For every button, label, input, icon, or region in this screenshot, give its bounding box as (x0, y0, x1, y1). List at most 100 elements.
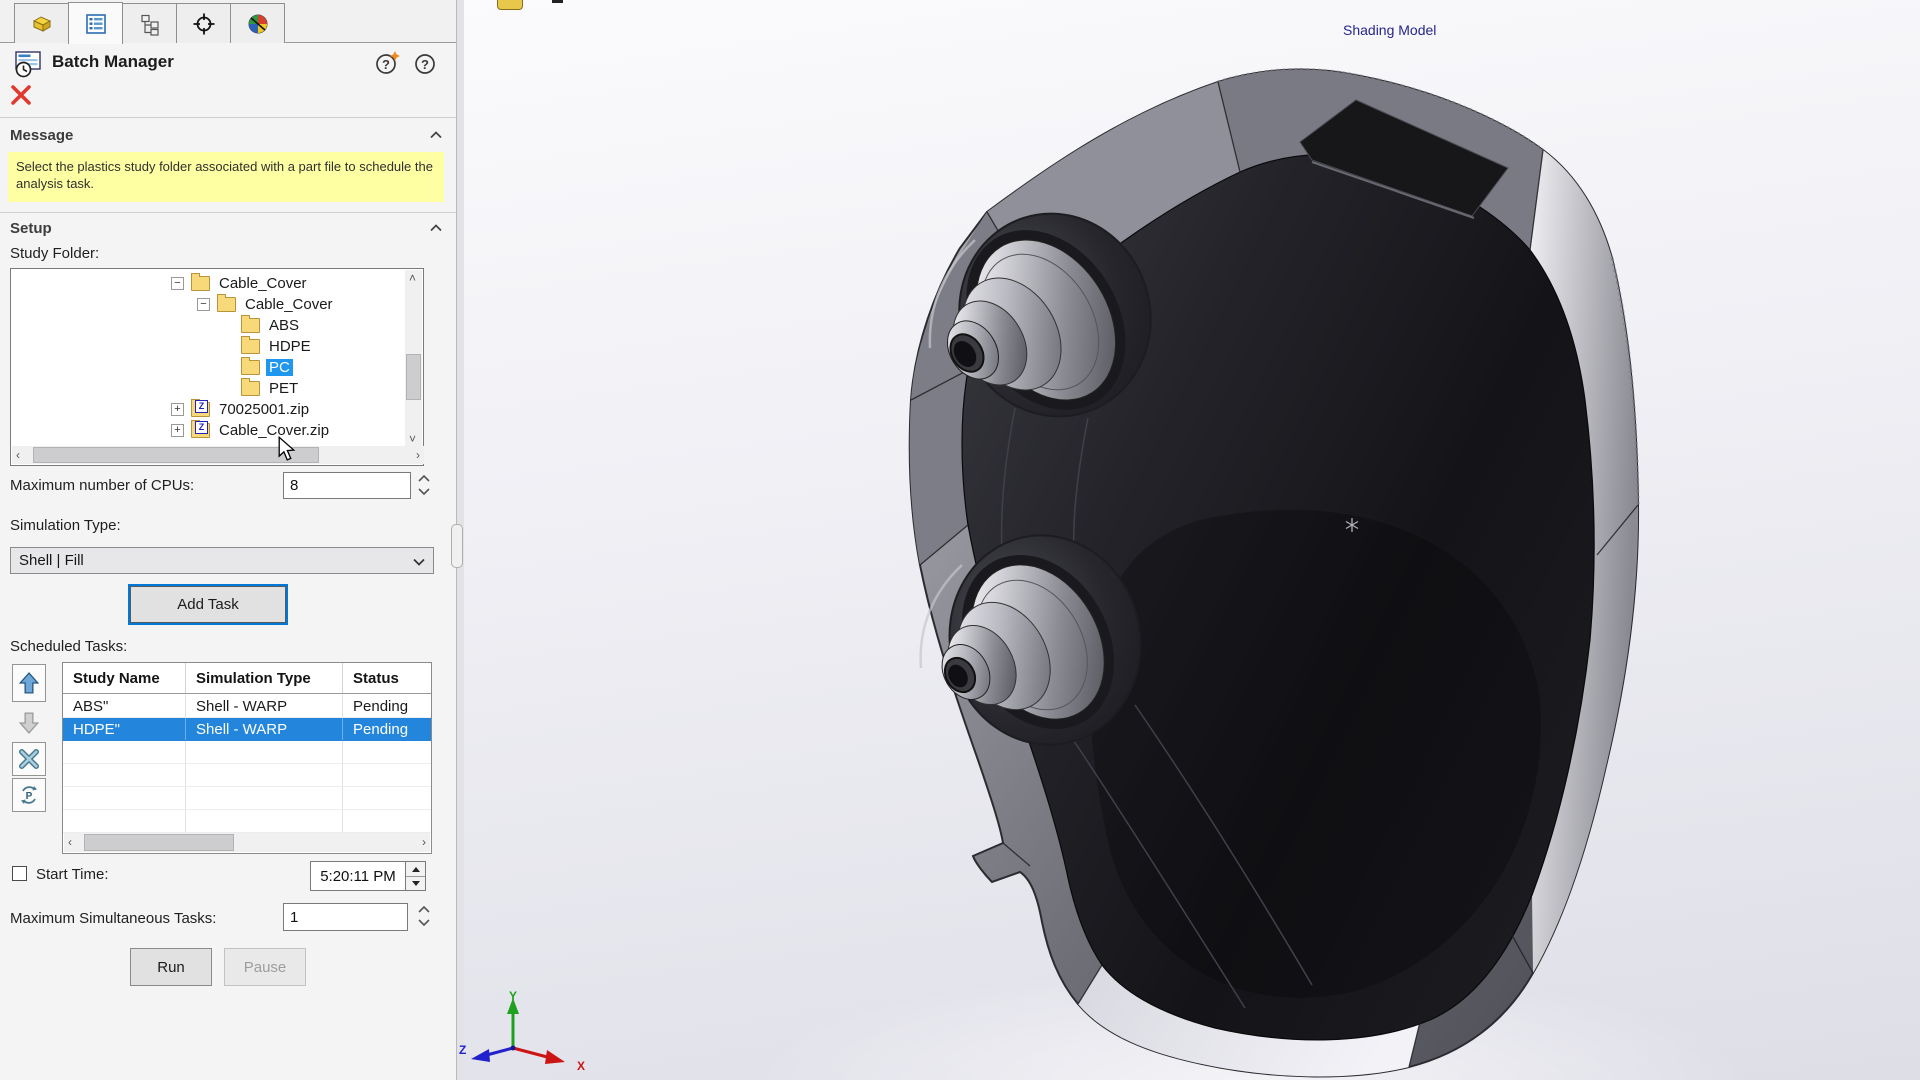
tree-item-label[interactable]: PET (266, 380, 301, 397)
spin-up-icon[interactable] (406, 862, 425, 877)
tree-item-label[interactable]: Cable_Cover (216, 275, 310, 292)
collapse-chevron-icon[interactable] (430, 131, 442, 139)
panel-title: Batch Manager (52, 52, 174, 72)
tree-expander[interactable]: + (171, 424, 184, 437)
message-section-header[interactable]: Message (10, 127, 446, 147)
folder-icon (241, 360, 260, 375)
spin-up-icon[interactable] (417, 904, 431, 916)
tree-rows: − Cable_Cover − Cable_Cover ABS HDPE PC (11, 273, 405, 445)
task-row[interactable]: HDPE" Shell - WARP Pending (63, 718, 431, 741)
table-column-header[interactable]: Status (343, 663, 431, 693)
tree-horizontal-scrollbar[interactable]: ‹ › (12, 446, 424, 464)
task-row[interactable]: ABS" Shell - WARP Pending (63, 695, 431, 718)
cpu-settings-button[interactable]: P (12, 778, 46, 812)
part-icon (29, 12, 55, 36)
start-time-stepper[interactable] (405, 861, 426, 891)
tab-configurations[interactable] (122, 3, 177, 43)
message-text: Select the plastics study folder associa… (8, 152, 444, 202)
dimension-target-icon (191, 12, 217, 36)
max-tasks-stepper[interactable] (417, 904, 431, 930)
panel-header: Batch Manager ? ? (0, 46, 456, 80)
add-task-button[interactable]: Add Task (130, 586, 286, 623)
setup-section-header[interactable]: Setup (10, 220, 446, 240)
task-row-empty (63, 741, 431, 764)
cable-cover-model[interactable] (456, 0, 1920, 1080)
tab-features[interactable] (14, 3, 69, 43)
tree-item-label[interactable]: Cable_Cover (242, 296, 336, 313)
table-column-header[interactable]: Study Name (63, 663, 186, 693)
task-status: Pending (343, 718, 431, 740)
close-button[interactable] (10, 84, 32, 106)
tree-vertical-scrollbar[interactable]: ˄ ˅ (405, 270, 422, 447)
run-button[interactable]: Run (130, 948, 212, 986)
z-axis-arrow (471, 1049, 490, 1062)
tree-item[interactable]: − Cable_Cover (11, 294, 405, 315)
simulation-type-select[interactable]: Shell | Fill (10, 547, 434, 574)
tree-item[interactable]: ABS (11, 315, 405, 336)
folder-icon (241, 318, 260, 333)
scheduled-tasks-table[interactable]: Study Name Simulation Type Status ABS" S… (62, 662, 432, 854)
scroll-down-icon[interactable]: ˅ (409, 433, 416, 445)
tab-property-manager[interactable] (68, 2, 123, 44)
start-time-input[interactable]: 5:20:11 PM (310, 861, 406, 891)
folder-icon (217, 297, 236, 312)
tree-expander[interactable]: − (171, 277, 184, 290)
configuration-tree-icon (137, 12, 163, 36)
scroll-up-icon[interactable]: ˄ (409, 272, 416, 284)
panel-splitter-handle[interactable] (451, 524, 463, 568)
folder-icon (191, 276, 210, 291)
move-task-down-button[interactable] (12, 706, 46, 740)
table-column-header[interactable]: Simulation Type (186, 663, 343, 693)
scroll-right-icon[interactable]: › (416, 449, 420, 461)
scroll-left-icon[interactable]: ‹ (16, 449, 20, 461)
tree-item[interactable]: HDPE (11, 336, 405, 357)
tree-item[interactable]: PET (11, 378, 405, 399)
scroll-right-icon[interactable]: › (422, 836, 426, 848)
study-folder-label: Study Folder: (10, 245, 99, 262)
whats-new-help-icon[interactable]: ? (374, 50, 400, 76)
tree-item[interactable]: − Cable_Cover (11, 273, 405, 294)
svg-text:P: P (26, 791, 33, 802)
start-time-checkbox[interactable] (12, 866, 27, 881)
scrollbar-thumb[interactable] (406, 354, 421, 400)
spin-up-icon[interactable] (417, 473, 431, 485)
table-horizontal-scrollbar[interactable]: ‹ › (64, 833, 430, 852)
tree-item[interactable]: PC (11, 357, 405, 378)
collapse-chevron-icon[interactable] (430, 224, 442, 232)
folder-icon (191, 402, 210, 417)
spin-down-icon[interactable] (406, 877, 425, 890)
arrow-up-icon (19, 672, 39, 694)
property-manager-icon (83, 12, 109, 36)
tree-item-label[interactable]: ABS (266, 317, 302, 334)
cpu-count-input[interactable]: 8 (283, 472, 411, 499)
tree-expander[interactable]: + (171, 403, 184, 416)
scroll-left-icon[interactable]: ‹ (68, 836, 72, 848)
tree-item[interactable]: + Cable_Cover.zip (11, 420, 405, 441)
scrollbar-thumb[interactable] (84, 834, 234, 851)
max-tasks-label: Maximum Simultaneous Tasks: (10, 910, 216, 927)
divider (0, 212, 456, 213)
tree-item-label[interactable]: Cable_Cover.zip (216, 422, 332, 439)
message-section-title: Message (10, 127, 73, 144)
tree-item-label[interactable]: HDPE (266, 338, 314, 355)
max-tasks-input[interactable]: 1 (283, 903, 408, 931)
help-icon[interactable]: ? (412, 50, 438, 76)
tree-item-label[interactable]: PC (266, 359, 293, 376)
move-task-up-button[interactable] (12, 664, 46, 702)
tab-display-manager[interactable] (230, 3, 285, 43)
arrow-down-icon (19, 712, 39, 734)
add-task-label: Add Task (177, 596, 238, 613)
pause-button[interactable]: Pause (224, 948, 306, 986)
spin-down-icon[interactable] (417, 916, 431, 928)
delete-x-icon (19, 749, 39, 769)
spin-down-icon[interactable] (417, 485, 431, 497)
tree-item-label[interactable]: 70025001.zip (216, 401, 312, 418)
tree-expander[interactable]: − (197, 298, 210, 311)
cpu-count-stepper[interactable] (417, 473, 431, 499)
y-axis-label: Y (509, 989, 517, 1003)
dropdown-chevron-icon (413, 558, 425, 566)
tab-dimxpert[interactable] (176, 3, 231, 43)
tree-item[interactable]: + 70025001.zip (11, 399, 405, 420)
delete-task-button[interactable] (12, 742, 46, 776)
study-folder-tree[interactable]: − Cable_Cover − Cable_Cover ABS HDPE PC (10, 268, 424, 466)
